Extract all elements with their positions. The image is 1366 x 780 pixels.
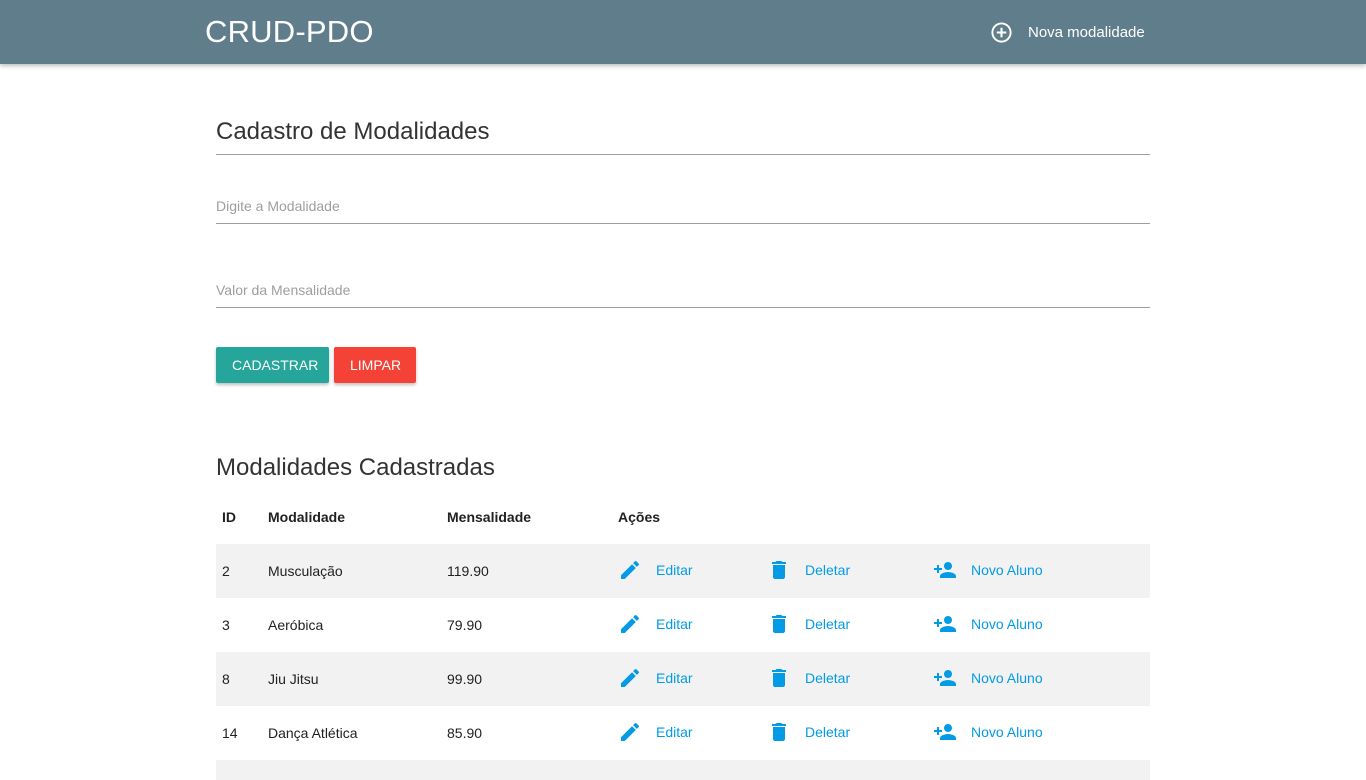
cell-mensalidade: 99.90 xyxy=(441,652,612,706)
pencil-icon xyxy=(618,720,642,744)
cell-modalidade: Aeróbica xyxy=(268,617,324,633)
person-add-icon xyxy=(933,720,957,744)
list-title: Modalidades Cadastradas xyxy=(216,454,495,481)
edit-label: Editar xyxy=(656,669,693,686)
delete-label: Deletar xyxy=(805,615,851,632)
mensalidade-input[interactable] xyxy=(216,272,1150,308)
trash-icon xyxy=(767,612,791,636)
novo-aluno-label: Novo Aluno xyxy=(971,723,1043,740)
novo-aluno-link[interactable]: Novo Aluno xyxy=(933,720,1043,744)
edit-link[interactable]: Editar xyxy=(618,720,693,744)
cell-id: 14 xyxy=(222,725,238,741)
table-body: 2 Musculação 119.90 Editar Deletar Novo … xyxy=(216,544,1150,780)
nova-modalidade-link[interactable]: Nova modalidade xyxy=(990,20,1145,44)
trash-icon xyxy=(767,666,791,690)
edit-link[interactable]: Editar xyxy=(618,558,693,582)
pencil-icon xyxy=(618,558,642,582)
person-add-icon xyxy=(933,666,957,690)
cadastrar-button[interactable]: CADASTRAR xyxy=(216,347,329,383)
header-mensalidade: Mensalidade xyxy=(447,509,532,525)
table-header-row: ID Modalidade Mensalidade Ações xyxy=(216,490,1150,544)
novo-aluno-label: Novo Aluno xyxy=(971,669,1043,686)
pencil-icon xyxy=(618,666,642,690)
cell-modalidade: Musculação xyxy=(262,544,441,598)
delete-label: Deletar xyxy=(805,669,851,686)
person-add-icon xyxy=(933,612,957,636)
delete-label: Deletar xyxy=(805,723,851,740)
table-row: 2 Musculação 119.90 Editar Deletar Novo … xyxy=(216,544,1150,598)
cell-id: 8 xyxy=(216,652,262,706)
table-row-partial xyxy=(216,760,1150,780)
header-modalidade: Modalidade xyxy=(268,509,346,525)
top-navbar: CRUD-PDO Nova modalidade xyxy=(0,0,1366,64)
table-row: 3 Aeróbica 79.90 Editar Deletar Novo Alu… xyxy=(216,598,1150,652)
table-row: 8 Jiu Jitsu 99.90 Editar Deletar Novo Al… xyxy=(216,652,1150,706)
delete-label: Deletar xyxy=(805,561,851,578)
add-circle-outline-icon xyxy=(990,21,1013,44)
novo-aluno-link[interactable]: Novo Aluno xyxy=(933,666,1043,690)
cell-modalidade: Dança Atlética xyxy=(268,725,358,741)
cell-id: 2 xyxy=(216,544,262,598)
header-acoes: Ações xyxy=(618,509,661,525)
header-id: ID xyxy=(222,509,236,525)
brand-logo[interactable]: CRUD-PDO xyxy=(205,14,374,50)
edit-label: Editar xyxy=(656,615,693,632)
delete-link[interactable]: Deletar xyxy=(767,558,850,582)
cell-modalidade: Jiu Jitsu xyxy=(262,652,441,706)
cell-mensalidade: 85.90 xyxy=(447,725,483,741)
pencil-icon xyxy=(618,612,642,636)
trash-icon xyxy=(767,558,791,582)
delete-link[interactable]: Deletar xyxy=(767,612,850,636)
cell-mensalidade: 119.90 xyxy=(441,544,612,598)
limpar-button[interactable]: LIMPAR xyxy=(334,347,416,383)
novo-aluno-link[interactable]: Novo Aluno xyxy=(933,612,1043,636)
cell-id: 3 xyxy=(222,617,230,633)
trash-icon xyxy=(767,720,791,744)
novo-aluno-label: Novo Aluno xyxy=(971,615,1043,632)
edit-link[interactable]: Editar xyxy=(618,666,693,690)
person-add-icon xyxy=(933,558,957,582)
modalidade-input[interactable] xyxy=(216,188,1150,224)
edit-label: Editar xyxy=(656,723,693,740)
form-title: Cadastro de Modalidades xyxy=(216,118,1150,155)
modalidades-table: ID Modalidade Mensalidade Ações 2 Muscul… xyxy=(216,490,1150,780)
edit-link[interactable]: Editar xyxy=(618,612,693,636)
delete-link[interactable]: Deletar xyxy=(767,666,850,690)
novo-aluno-link[interactable]: Novo Aluno xyxy=(933,558,1043,582)
edit-label: Editar xyxy=(656,561,693,578)
table-row: 14 Dança Atlética 85.90 Editar Deletar N… xyxy=(216,706,1150,760)
novo-aluno-label: Novo Aluno xyxy=(971,561,1043,578)
cell-mensalidade: 79.90 xyxy=(447,617,483,633)
delete-link[interactable]: Deletar xyxy=(767,720,850,744)
nova-modalidade-label: Nova modalidade xyxy=(1028,23,1145,41)
